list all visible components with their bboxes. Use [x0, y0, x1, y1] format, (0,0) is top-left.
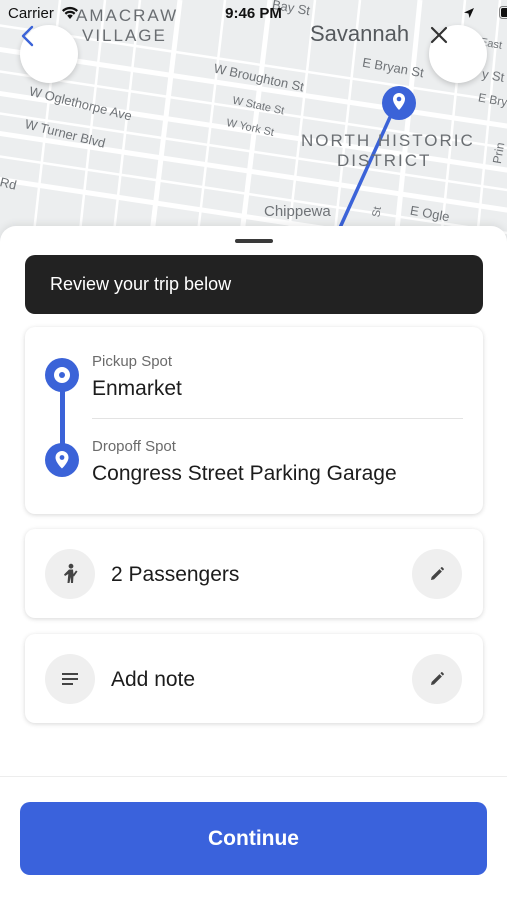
divider	[92, 418, 463, 419]
status-bar: Carrier 9:46 PM	[0, 0, 507, 26]
dropoff-label: Dropoff Spot	[92, 438, 176, 455]
person-icon	[45, 549, 95, 599]
trip-review-sheet: Review your trip below Pickup Spot Enmar…	[0, 226, 507, 900]
close-button[interactable]	[429, 25, 487, 83]
review-banner: Review your trip below	[25, 255, 483, 314]
back-button[interactable]	[20, 25, 78, 83]
pencil-icon	[431, 672, 444, 685]
pickup-label: Pickup Spot	[92, 353, 173, 370]
sheet-grabber[interactable]	[235, 239, 273, 243]
clock: 9:46 PM	[225, 5, 282, 22]
pencil-icon	[431, 567, 444, 580]
passengers-count: 2 Passengers	[111, 563, 240, 586]
location-pin-icon	[382, 86, 416, 120]
continue-button[interactable]: Continue	[20, 802, 487, 875]
map-label-district: DISTRICT	[337, 151, 432, 170]
map-label-vertical-st: St	[370, 205, 385, 219]
add-note-row[interactable]: Add note	[25, 634, 483, 723]
edit-passengers-button[interactable]	[412, 549, 462, 599]
close-icon	[430, 26, 448, 44]
map-label-chippewa: Chippewa	[264, 203, 331, 220]
chevron-left-icon	[21, 25, 34, 47]
pickup-marker-icon	[45, 358, 79, 392]
pickup-name[interactable]: Enmarket	[92, 377, 182, 401]
footer-divider	[0, 776, 507, 777]
dropoff-pin-icon	[45, 443, 79, 477]
map-view[interactable]: AMACRAW VILLAGE Savannah Bay St E Bryan …	[0, 0, 507, 250]
add-note-label: Add note	[111, 668, 196, 691]
passengers-row[interactable]: 2 Passengers	[25, 529, 483, 618]
map-label-village: VILLAGE	[82, 26, 167, 45]
map-label-north-historic: NORTH HISTORIC	[301, 131, 475, 150]
edit-note-button[interactable]	[412, 654, 462, 704]
route-card: Pickup Spot Enmarket Dropoff Spot Congre…	[25, 327, 483, 514]
dropoff-name[interactable]: Congress Street Parking Garage	[92, 462, 397, 486]
notes-icon	[45, 654, 95, 704]
